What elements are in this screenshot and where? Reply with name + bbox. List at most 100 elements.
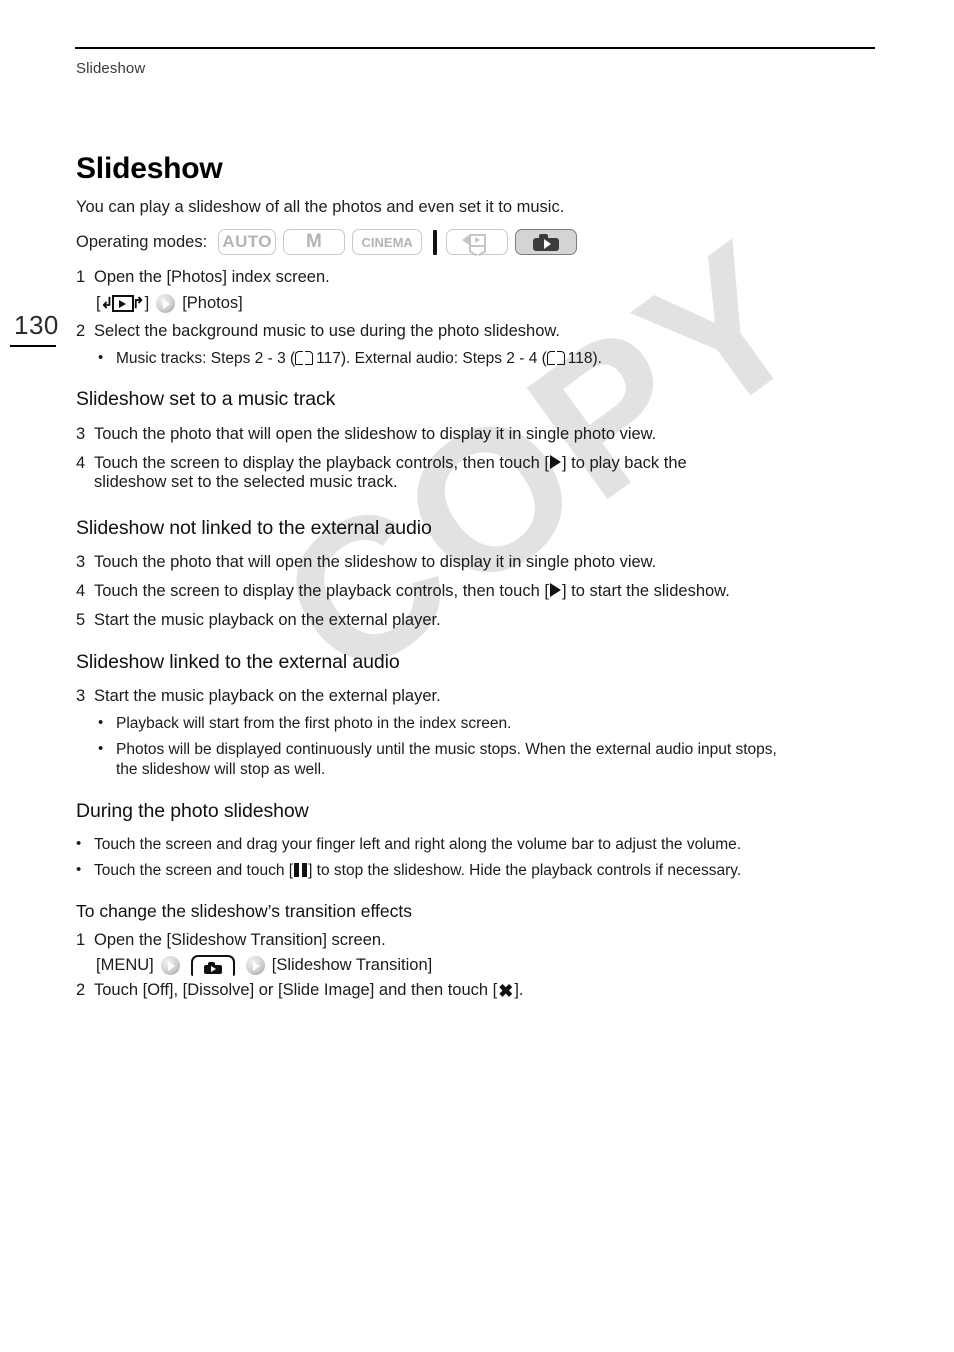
transition-menu-label: [MENU] bbox=[96, 956, 154, 974]
not-linked-step-5-text: Start the music playback on the external… bbox=[94, 611, 441, 629]
intro-paragraph: You can play a slideshow of all the phot… bbox=[76, 198, 565, 216]
linked-bullet-2-line1: Photos will be displayed continuously un… bbox=[116, 741, 777, 758]
step-1-path: [ ↲ ↱ ] [Photos] bbox=[96, 294, 243, 313]
running-head: Slideshow bbox=[76, 60, 146, 77]
music-track-step-4-post: ] to play back the bbox=[561, 454, 687, 472]
step-2: 2 Select the background music to use dur… bbox=[76, 322, 560, 341]
step-2-bullet: • Music tracks: Steps 2 - 3 ( 117). Exter… bbox=[98, 349, 602, 369]
linked-step-3-text: Start the music playback on the external… bbox=[94, 687, 441, 705]
music-track-step-3-number: 3 bbox=[76, 425, 86, 443]
not-linked-step-3-text: Touch the photo that will open the slide… bbox=[94, 553, 657, 571]
not-linked-step-4-number: 4 bbox=[76, 582, 86, 600]
mode-divider bbox=[433, 229, 438, 255]
bullet-dot: • bbox=[98, 349, 104, 366]
during-bullet-1-text: Touch the screen and drag your finger le… bbox=[94, 836, 742, 853]
transition-menu-target: [Slideshow Transition] bbox=[271, 956, 433, 974]
arrow-right-icon bbox=[245, 956, 265, 975]
step-2-bullet-part-a: Music tracks: Steps 2 - 3 ( bbox=[116, 350, 296, 367]
transition-step-2-post: ]. bbox=[514, 981, 524, 999]
index-screen-icon: ↲ ↱ bbox=[101, 294, 145, 313]
mode-chip-manual-label: M bbox=[306, 231, 323, 252]
book-reference-icon bbox=[295, 351, 314, 365]
heading-slideshow-not-linked: Slideshow not linked to the external aud… bbox=[76, 517, 432, 539]
mode-chip-manual[interactable]: M bbox=[283, 229, 346, 255]
music-track-step-4: 4 Touch the screen to display the playba… bbox=[76, 454, 687, 492]
music-track-step-3-text: Touch the photo that will open the slide… bbox=[94, 425, 657, 443]
music-track-step-4-text: Touch the screen to display the playback… bbox=[94, 454, 687, 492]
step-1-path-target: [Photos] bbox=[182, 294, 243, 312]
during-bullet-2-pre: Touch the screen and touch [ bbox=[94, 862, 294, 879]
close-x-icon: ✖ bbox=[498, 981, 514, 1001]
not-linked-step-4-text: Touch the screen to display the playback… bbox=[94, 582, 730, 601]
page-number: 130 bbox=[14, 310, 59, 340]
transition-step-2-number: 2 bbox=[76, 981, 86, 999]
heading-slideshow-linked: Slideshow linked to the external audio bbox=[76, 651, 400, 673]
step-2-bullet-part-c: 118). bbox=[567, 350, 602, 367]
during-bullet-1: • Touch the screen and drag your finger … bbox=[76, 835, 741, 855]
step-2-number: 2 bbox=[76, 322, 86, 340]
step-1-text: Open the [Photos] index screen. bbox=[94, 268, 330, 286]
mode-chip-video-playback[interactable] bbox=[446, 229, 509, 255]
page-number-rule bbox=[10, 345, 56, 347]
heading-during-photo-slideshow: During the photo slideshow bbox=[76, 800, 309, 822]
photo-camera-icon bbox=[533, 233, 560, 251]
bullet-dot: • bbox=[98, 714, 104, 731]
linked-bullet-2-line2: the slideshow will stop as well. bbox=[116, 761, 326, 779]
manual-page: Slideshow 130 COPY Slideshow You can pla… bbox=[0, 0, 954, 1352]
play-icon bbox=[549, 583, 561, 597]
camera-setup-tab-icon bbox=[190, 955, 235, 976]
arrow-right-icon bbox=[156, 294, 176, 313]
page-title: Slideshow bbox=[76, 152, 223, 185]
not-linked-step-5: 5 Start the music playback on the extern… bbox=[76, 611, 441, 630]
bullet-dot: • bbox=[98, 740, 104, 757]
step-1-path-close-bracket: ] bbox=[144, 294, 150, 312]
heading-transition-effects: To change the slideshow’s transition eff… bbox=[76, 901, 412, 921]
step-2-bullet-text: Music tracks: Steps 2 - 3 ( 117). Externa… bbox=[116, 349, 602, 369]
play-icon bbox=[549, 455, 561, 469]
music-track-step-4-line2: slideshow set to the selected music trac… bbox=[94, 473, 398, 491]
transition-step-1-text: Open the [Slideshow Transition] screen. bbox=[94, 931, 386, 949]
arrow-right-icon bbox=[160, 956, 180, 975]
operating-modes-row: Operating modes: AUTO M CINEMA bbox=[76, 229, 578, 255]
header-rule bbox=[75, 47, 875, 49]
linked-bullet-1: • Playback will start from the first pho… bbox=[98, 714, 511, 734]
music-track-step-3: 3 Touch the photo that will open the sli… bbox=[76, 425, 656, 444]
operating-modes-label: Operating modes: bbox=[76, 232, 208, 251]
index-hook-right: ↱ bbox=[132, 295, 145, 312]
linked-bullet-2-text: Photos will be displayed continuously un… bbox=[116, 740, 777, 780]
heading-slideshow-music-track: Slideshow set to a music track bbox=[76, 388, 336, 410]
during-bullet-2-text: Touch the screen and touch [ ] to stop th… bbox=[94, 861, 741, 881]
step-2-bullet-part-b: 117). External audio: Steps 2 - 4 ( bbox=[316, 350, 547, 367]
mode-chip-photo-playback[interactable] bbox=[515, 229, 578, 255]
transition-step-2-text: Touch [Off], [Dissolve] or [Slide Image]… bbox=[94, 981, 524, 1000]
transition-step-1: 1 Open the [Slideshow Transition] screen… bbox=[76, 931, 386, 950]
not-linked-step-4: 4 Touch the screen to display the playba… bbox=[76, 582, 730, 601]
not-linked-step-3: 3 Touch the photo that will open the sli… bbox=[76, 553, 656, 572]
linked-bullet-2: • Photos will be displayed continuously … bbox=[98, 740, 777, 780]
transition-menu-path: [MENU] [Slideshow Transition] bbox=[96, 955, 432, 976]
step-1: 1 Open the [Photos] index screen. bbox=[76, 268, 330, 287]
music-track-step-4-pre: Touch the screen to display the playback… bbox=[94, 454, 549, 472]
mode-chip-auto[interactable]: AUTO bbox=[218, 229, 277, 255]
bullet-dot: • bbox=[76, 861, 82, 878]
linked-step-3-number: 3 bbox=[76, 687, 86, 705]
during-bullet-2-post: ] to stop the slideshow. Hide the playba… bbox=[308, 862, 742, 879]
linked-step-3: 3 Start the music playback on the extern… bbox=[76, 687, 441, 706]
step-2-text: Select the background music to use durin… bbox=[94, 322, 560, 340]
linked-bullet-1-text: Playback will start from the first photo… bbox=[116, 715, 512, 732]
transition-step-2: 2 Touch [Off], [Dissolve] or [Slide Imag… bbox=[76, 981, 524, 1000]
during-bullet-2: • Touch the screen and touch [ ] to stop … bbox=[76, 861, 741, 881]
bullet-dot: • bbox=[76, 835, 82, 852]
pause-icon bbox=[294, 863, 308, 877]
transition-step-2-pre: Touch [Off], [Dissolve] or [Slide Image]… bbox=[94, 981, 498, 999]
step-1-number: 1 bbox=[76, 268, 86, 286]
music-track-step-4-number: 4 bbox=[76, 454, 86, 472]
video-camera-icon bbox=[462, 233, 492, 252]
book-reference-icon bbox=[546, 351, 565, 365]
transition-step-1-number: 1 bbox=[76, 931, 86, 949]
not-linked-step-3-number: 3 bbox=[76, 553, 86, 571]
not-linked-step-4-pre: Touch the screen to display the playback… bbox=[94, 582, 549, 600]
mode-chip-cinema[interactable]: CINEMA bbox=[352, 229, 423, 255]
mode-chip-cinema-label: CINEMA bbox=[361, 234, 413, 250]
mode-chip-auto-label: AUTO bbox=[222, 232, 272, 251]
